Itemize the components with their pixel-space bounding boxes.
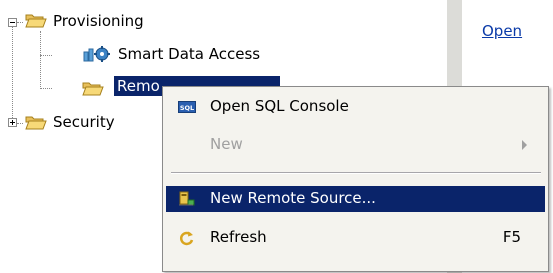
tree-node-security[interactable]: Security [53, 113, 115, 131]
tree-connector [40, 88, 52, 89]
open-folder-icon [82, 82, 104, 96]
menu-item-label: Open SQL Console [210, 97, 349, 115]
submenu-arrow-icon [522, 140, 527, 150]
menu-item-refresh[interactable]: Refresh F5 [166, 225, 545, 251]
menu-item-label: New Remote Source... [210, 189, 376, 207]
tree-node-smart-data-access[interactable]: Smart Data Access [118, 45, 260, 63]
tree-connector [17, 123, 23, 124]
open-folder-icon [25, 116, 47, 130]
open-folder-icon [25, 14, 47, 28]
tree-node-provisioning[interactable]: Provisioning [53, 12, 144, 30]
menu-separator [171, 172, 541, 174]
refresh-icon [179, 231, 194, 246]
remote-source-icon [179, 191, 195, 206]
expand-toggle[interactable] [8, 118, 17, 127]
menu-item-open-sql-console[interactable]: SQL Open SQL Console [166, 94, 545, 120]
context-menu: SQL Open SQL Console New New Remote Sour… [162, 86, 549, 272]
menu-item-label: Refresh [210, 228, 267, 246]
tree-connector [40, 31, 41, 89]
tree-connector [17, 22, 23, 23]
collapse-toggle[interactable] [8, 18, 17, 27]
svg-text:SQL: SQL [180, 104, 194, 112]
tree-connector [12, 26, 13, 118]
menu-item-label: New [210, 135, 243, 153]
menu-item-new-remote-source[interactable]: New Remote Source... [166, 186, 545, 212]
smart-data-access-icon [83, 46, 110, 62]
tree-connector [40, 55, 52, 56]
sql-icon: SQL [178, 101, 196, 113]
shortcut-label: F5 [502, 228, 521, 246]
open-link[interactable]: Open [482, 22, 522, 40]
menu-item-new[interactable]: New [166, 132, 545, 158]
